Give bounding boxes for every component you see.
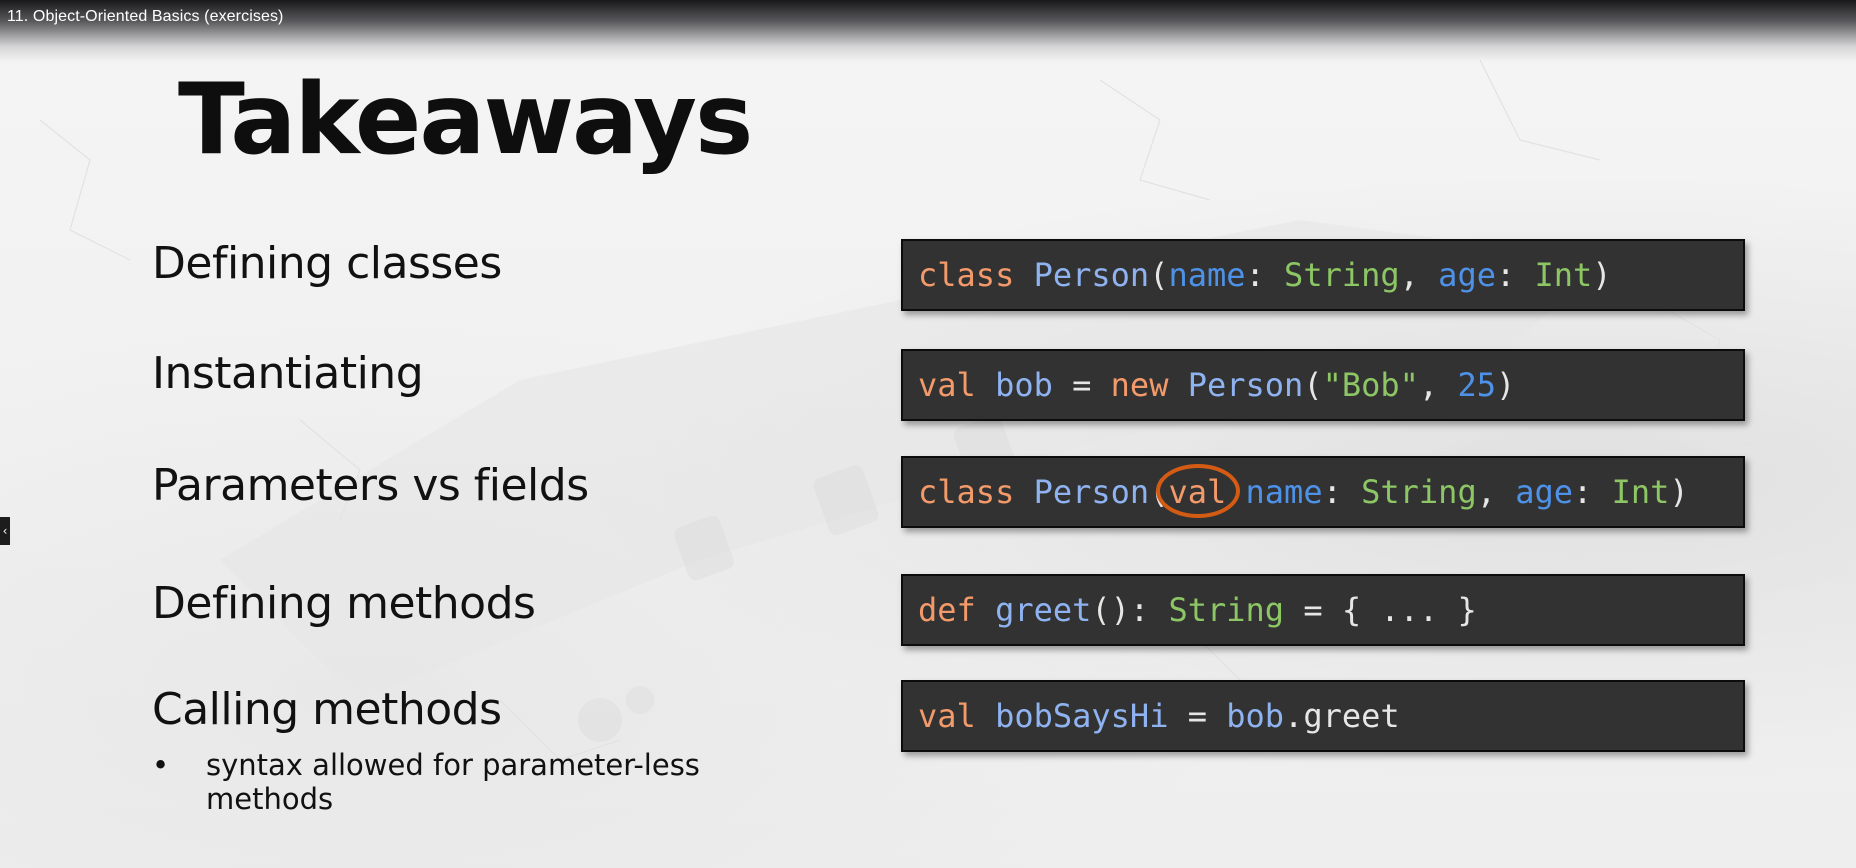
bullet-text: syntax allowed for parameter-less method…: [206, 748, 700, 816]
code-token: 25: [1457, 366, 1496, 404]
code-token: (: [1303, 366, 1323, 404]
code-token: class: [918, 256, 1015, 294]
code-block-method-definition: def greet(): String = { ... }: [901, 574, 1745, 646]
code-token: Person: [1187, 366, 1304, 404]
code-token: = { ... }: [1284, 591, 1477, 629]
code-token: class: [918, 473, 1015, 511]
highlight-circle: [1156, 464, 1241, 518]
takeaway-defining-classes: Defining classes: [152, 238, 502, 289]
code-block-class-definition: class Person(name: String, age: Int): [901, 239, 1745, 311]
bullet-marker: •: [152, 748, 170, 782]
takeaway-calling-methods: Calling methods: [152, 684, 502, 735]
code-token: :: [1245, 256, 1285, 294]
code-token: Person: [1033, 473, 1150, 511]
code-token: bob: [1226, 697, 1285, 735]
code-token: age: [1438, 256, 1496, 294]
code-token: Int: [1611, 473, 1670, 511]
takeaway-defining-methods: Defining methods: [152, 578, 536, 629]
code-token: ): [1495, 366, 1516, 404]
bullet-item: • syntax allowed for parameter-less meth…: [152, 748, 772, 816]
code-token: String: [1361, 473, 1477, 511]
code-token: bobSaysHi: [995, 697, 1169, 735]
code-token: ): [1592, 256, 1612, 294]
takeaway-instantiating: Instantiating: [152, 348, 424, 399]
code-token: age: [1515, 473, 1574, 511]
code-token: ): [1669, 473, 1689, 511]
code-token: ,: [1399, 256, 1439, 294]
code-token: ,: [1418, 366, 1458, 404]
slide-stage: 11. Object-Oriented Basics (exercises) ‹…: [0, 0, 1856, 868]
code-token: bob: [995, 366, 1053, 404]
code-token: String: [1284, 256, 1400, 294]
code-token: val: [918, 697, 976, 735]
code-token: ,: [1476, 473, 1516, 511]
code-token: name: [1168, 256, 1246, 294]
code-token: :: [1573, 473, 1612, 511]
code-token: new: [1110, 366, 1169, 404]
code-token: (: [1149, 256, 1169, 294]
code-block-class-fields: class Person(val name: String, age: Int): [901, 456, 1745, 528]
code-token: ():: [1091, 591, 1169, 629]
code-token: =: [1168, 697, 1227, 735]
slide-title: Takeaways: [178, 63, 753, 177]
code-token: String: [1168, 591, 1285, 629]
code-token: val: [918, 366, 976, 404]
code-token: greet: [995, 591, 1092, 629]
code-token: .greet: [1284, 697, 1400, 735]
code-block-instantiation: val bob = new Person("Bob", 25): [901, 349, 1745, 421]
takeaway-parameters-vs-fields: Parameters vs fields: [152, 460, 589, 511]
code-token: Person: [1033, 256, 1150, 294]
code-token: =: [1052, 366, 1111, 404]
highlighted-val-keyword: val: [1156, 458, 1241, 526]
code-token: Int: [1534, 256, 1593, 294]
code-token: def: [918, 591, 976, 629]
code-token: :: [1322, 473, 1362, 511]
video-top-bar: 11. Object-Oriented Basics (exercises): [0, 0, 1856, 62]
code-token: name: [1245, 473, 1323, 511]
code-token: "Bob": [1322, 366, 1419, 404]
code-token: :: [1495, 256, 1535, 294]
sidebar-toggle-icon[interactable]: ‹: [0, 517, 10, 545]
video-title[interactable]: 11. Object-Oriented Basics (exercises): [7, 8, 284, 26]
code-block-method-call: val bobSaysHi = bob.greet: [901, 680, 1745, 752]
